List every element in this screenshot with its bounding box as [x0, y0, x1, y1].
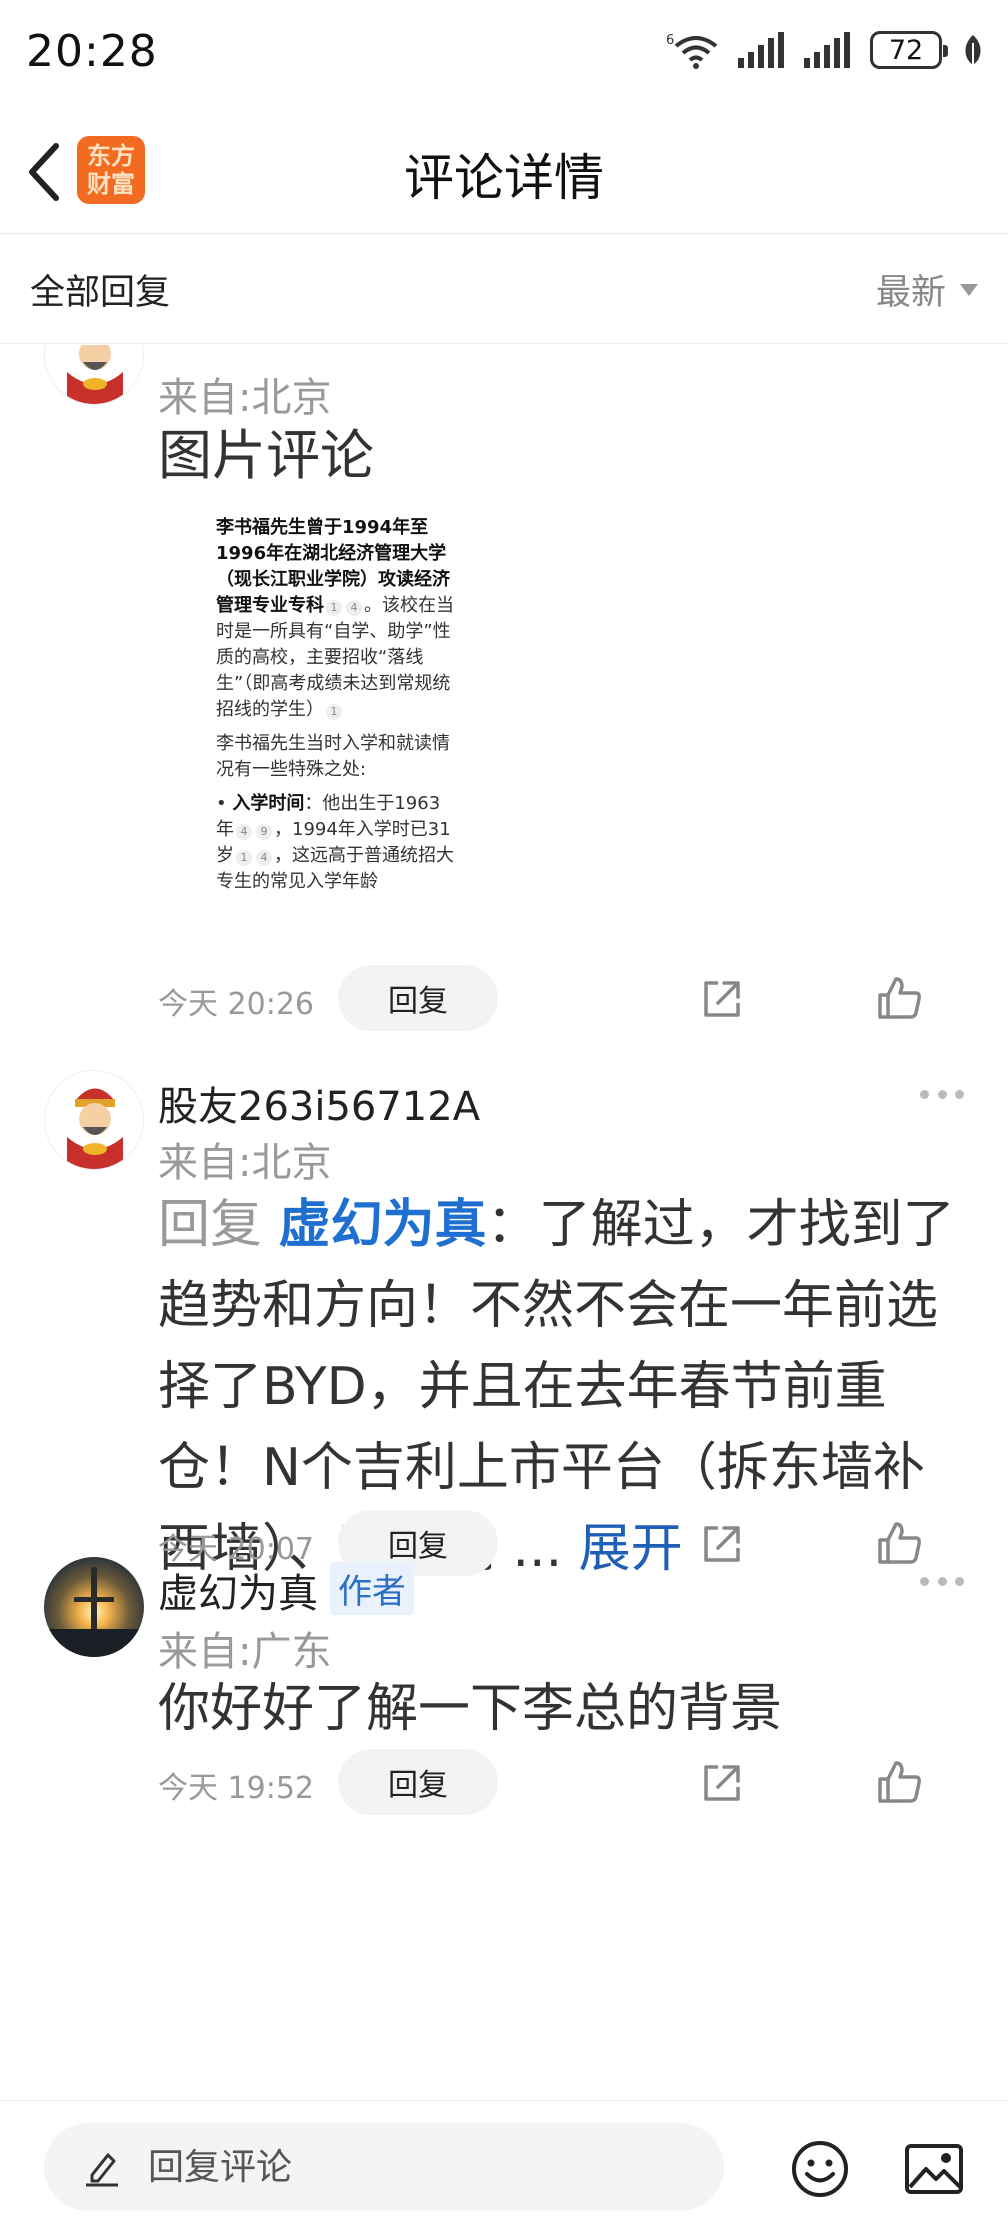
reply-button[interactable]: 回复 [338, 965, 498, 1031]
comment-meta: 今天 20:26 回复 [158, 965, 968, 1031]
comment-item: 来自:北京 图片评论 李书福先生曾于1994年至1996年在湖北经济管理大学（现… [0, 345, 1008, 1045]
emoji-icon[interactable] [790, 2139, 850, 2199]
signal-icon [738, 32, 784, 68]
more-options-icon[interactable] [920, 1090, 964, 1102]
filter-bar: 全部回复 最新 [0, 234, 1008, 344]
thumbs-up-icon[interactable] [874, 1757, 924, 1807]
status-icons: 6 72 [666, 30, 984, 70]
sunset-avatar-icon [44, 1557, 144, 1657]
status-time: 20:28 [26, 26, 158, 77]
comment-username[interactable]: 虚幻为真 作者 [158, 1561, 414, 1619]
signal-icon-2 [804, 32, 850, 68]
avatar[interactable] [44, 345, 144, 405]
svg-text:6: 6 [666, 33, 674, 48]
wifi-icon: 6 [666, 33, 718, 69]
author-badge: 作者 [330, 1562, 414, 1615]
caishen-avatar-icon [45, 1071, 143, 1169]
comment-meta: 今天 19:52 回复 [158, 1749, 968, 1815]
comment-username[interactable]: 股友263i56712A [158, 1074, 480, 1132]
bottom-bar [0, 2100, 1008, 2232]
status-bar: 20:28 6 72 [0, 0, 1008, 110]
reply-button[interactable]: 回复 [338, 1749, 498, 1815]
dropdown-triangle-icon [960, 283, 978, 296]
caishen-avatar-icon [45, 345, 143, 404]
reply-prefix: 回复 [158, 1195, 263, 1255]
header: 东方 财富 评论详情 [0, 110, 1008, 234]
reply-comment-field[interactable] [44, 2123, 724, 2211]
leaf-icon [965, 35, 981, 65]
battery-indicator: 72 [870, 31, 948, 69]
share-icon[interactable] [698, 1759, 746, 1807]
avatar[interactable] [44, 1070, 144, 1170]
comment-item: 虚幻为真 作者 来自:广东 你好好了解一下李总的背景 今天 19:52 回复 [0, 1557, 1008, 1815]
avatar[interactable] [44, 1557, 144, 1657]
comment-text: 图片评论 [158, 424, 374, 487]
comment-location: 来自:北京 [158, 1140, 332, 1186]
more-options-icon[interactable] [920, 1577, 964, 1589]
reply-comment-input[interactable] [148, 2146, 668, 2188]
image-icon[interactable] [904, 2143, 964, 2195]
comment-list[interactable]: 来自:北京 图片评论 李书福先生曾于1994年至1996年在湖北经济管理大学（现… [0, 345, 1008, 2100]
reply-target-user[interactable]: 虚幻为真 [279, 1195, 487, 1255]
comment-image[interactable]: 李书福先生曾于1994年至1996年在湖北经济管理大学（现长江职业学院）攻读经济… [196, 515, 458, 915]
comment-text: 你好好了解一下李总的背景 [158, 1679, 783, 1739]
share-icon[interactable] [698, 975, 746, 1023]
thumbs-up-icon[interactable] [874, 973, 924, 1023]
all-replies-label: 全部回复 [30, 273, 171, 313]
pen-icon [86, 2153, 118, 2187]
page-title: 评论详情 [404, 149, 604, 207]
comment-timestamp: 今天 20:26 [158, 987, 314, 1022]
comment-timestamp: 今天 19:52 [158, 1771, 314, 1806]
sort-label: 最新 [875, 273, 946, 313]
sort-dropdown[interactable]: 最新 [876, 264, 978, 315]
comment-item: 股友263i56712A 来自:北京 回复 虚幻为真：了解过，才找到了趋势和方向… [0, 1070, 1008, 1579]
